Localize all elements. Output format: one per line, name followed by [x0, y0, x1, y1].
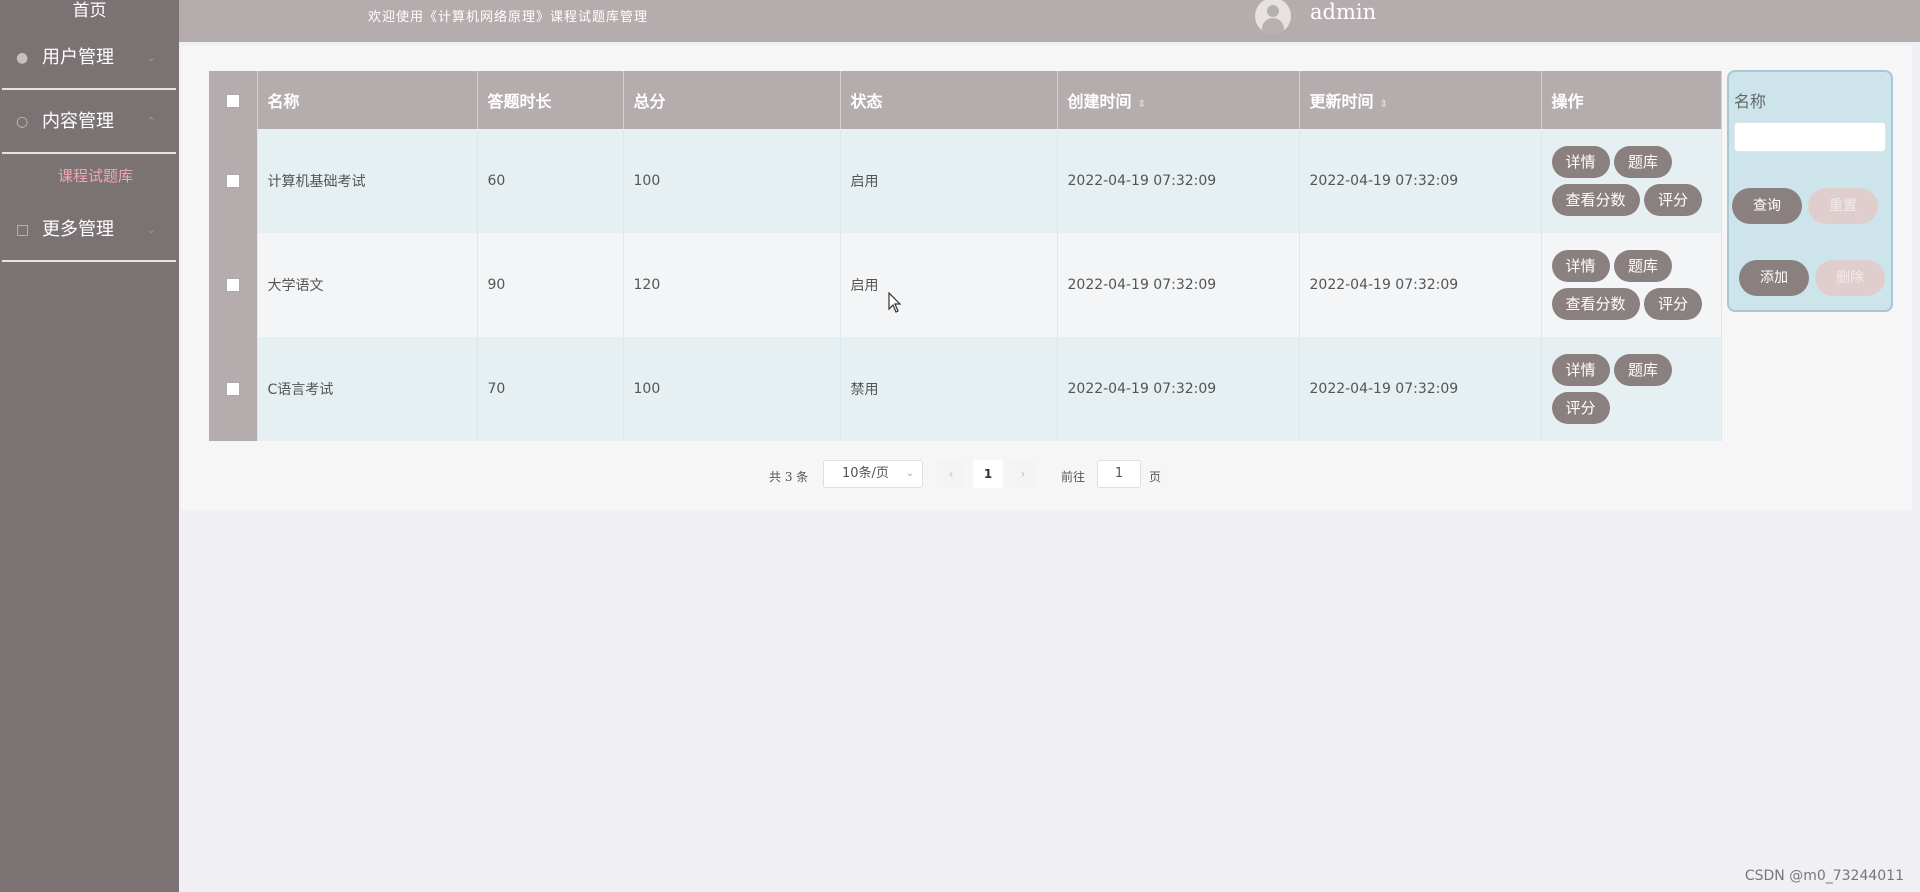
column-header-created[interactable]: 创建时间 ⇕ [1057, 71, 1300, 129]
cell-status: 启用 [840, 129, 1058, 233]
detail-button[interactable]: 详情 [1551, 354, 1610, 386]
chevron-up-icon: ⌃ [146, 115, 156, 128]
column-header-duration: 答题时长 [477, 71, 624, 129]
grade-button[interactable]: 评分 [1643, 288, 1702, 320]
page-unit-label: 页 [1149, 470, 1162, 484]
cell-duration: 90 [477, 233, 624, 337]
cell-score: 100 [623, 337, 841, 441]
username[interactable]: admin [1310, 0, 1376, 24]
sort-icon[interactable]: ⇕ [1138, 99, 1146, 110]
next-page-button[interactable]: › [1009, 460, 1037, 488]
cell-status: 禁用 [840, 337, 1058, 441]
sidebar: 首页 ● 用户管理 ⌄ ○ 内容管理 ⌃ 课程试题库 □ 更多管理 ⌄ [0, 0, 179, 892]
table-row: 计算机基础考试 60 100 启用 2022-04-19 07:32:09 20… [209, 129, 1722, 233]
column-header-status: 状态 [840, 71, 1058, 129]
sidebar-home[interactable]: 首页 [0, 0, 179, 26]
mouse-cursor-icon [888, 292, 902, 313]
cell-created: 2022-04-19 07:32:09 [1057, 337, 1300, 441]
row-checkbox[interactable] [225, 382, 240, 396]
grade-button[interactable]: 评分 [1643, 184, 1702, 216]
sidebar-item-more-management[interactable]: □ 更多管理 ⌄ [2, 198, 176, 262]
view-scores-button[interactable]: 查看分数 [1551, 288, 1640, 320]
avatar-body-shape [1262, 18, 1284, 34]
detail-button[interactable]: 详情 [1551, 250, 1610, 282]
pagination-total: 共 3 条 [769, 470, 809, 484]
cell-name: 计算机基础考试 [257, 129, 478, 233]
search-panel: 名称 查询 重置 添加 删除 [1727, 70, 1893, 312]
sidebar-item-user-management[interactable]: ● 用户管理 ⌄ [2, 26, 176, 90]
cell-updated: 2022-04-19 07:32:09 [1299, 337, 1542, 441]
user-icon: ● [16, 50, 29, 66]
column-header-score: 总分 [623, 71, 841, 129]
table-row: 大学语文 90 120 启用 2022-04-19 07:32:09 2022-… [209, 233, 1722, 337]
cell-name: C语言考试 [257, 337, 478, 441]
cell-actions: 详情 题库 查看分数 评分 [1541, 233, 1722, 337]
cell-score: 100 [623, 129, 841, 233]
sidebar-item-content-management[interactable]: ○ 内容管理 ⌃ [2, 90, 176, 154]
row-checkbox[interactable] [225, 174, 240, 188]
question-bank-button[interactable]: 题库 [1613, 146, 1672, 178]
cell-actions: 详情 题库 评分 [1541, 337, 1722, 441]
cell-duration: 60 [477, 129, 624, 233]
cell-created: 2022-04-19 07:32:09 [1057, 233, 1300, 337]
content-icon: ○ [16, 114, 29, 130]
chevron-down-icon: ⌄ [146, 223, 156, 236]
select-all-cell [209, 71, 258, 129]
name-search-input[interactable] [1734, 122, 1886, 152]
main-content: 名称 答题时长 总分 状态 创建时间 ⇕ 更新时间 ⇕ 操作 计算机基础考试 60 … [181, 46, 1912, 510]
reset-button[interactable]: 重置 [1808, 188, 1878, 224]
prev-page-button[interactable]: ‹ [937, 460, 965, 488]
watermark: CSDN @m0_73244011 [1744, 868, 1904, 884]
chevron-down-icon: ⌄ [905, 468, 914, 479]
detail-button[interactable]: 详情 [1551, 146, 1610, 178]
column-header-label: 更新时间 [1309, 92, 1374, 111]
question-bank-button[interactable]: 题库 [1613, 250, 1672, 282]
top-header: 欢迎使用《计算机网络原理》课程试题库管理 admin [179, 0, 1920, 42]
chevron-left-icon: ‹ [948, 467, 954, 481]
chevron-down-icon: ⌄ [146, 51, 156, 64]
search-label: 名称 [1734, 92, 1767, 111]
cell-status: 启用 [840, 233, 1058, 337]
avatar[interactable] [1255, 0, 1291, 34]
data-table: 名称 答题时长 总分 状态 创建时间 ⇕ 更新时间 ⇕ 操作 计算机基础考试 60 … [209, 71, 1722, 441]
sidebar-item-label: 用户管理 [42, 47, 114, 68]
more-icon: □ [16, 222, 30, 238]
cell-updated: 2022-04-19 07:32:09 [1299, 129, 1542, 233]
sidebar-item-label: 内容管理 [42, 111, 114, 132]
page-size-select[interactable]: 10条/页 ⌄ [823, 460, 923, 488]
column-header-updated[interactable]: 更新时间 ⇕ [1299, 71, 1542, 129]
question-bank-button[interactable]: 题库 [1613, 354, 1672, 386]
view-scores-button[interactable]: 查看分数 [1551, 184, 1640, 216]
grade-button[interactable]: 评分 [1551, 392, 1610, 424]
column-header-name: 名称 [257, 71, 478, 129]
column-header-actions: 操作 [1541, 71, 1722, 129]
cell-updated: 2022-04-19 07:32:09 [1299, 233, 1542, 337]
cell-created: 2022-04-19 07:32:09 [1057, 129, 1300, 233]
add-button[interactable]: 添加 [1739, 260, 1809, 296]
chevron-right-icon: › [1020, 467, 1026, 481]
query-button[interactable]: 查询 [1732, 188, 1802, 224]
delete-button[interactable]: 删除 [1815, 260, 1885, 296]
column-header-label: 创建时间 [1067, 92, 1132, 111]
table-row: C语言考试 70 100 禁用 2022-04-19 07:32:09 2022… [209, 337, 1722, 441]
row-select-cell [209, 233, 258, 337]
sidebar-item-label: 更多管理 [42, 219, 114, 240]
cell-duration: 70 [477, 337, 624, 441]
avatar-head-shape [1267, 5, 1279, 17]
cell-name: 大学语文 [257, 233, 478, 337]
row-select-cell [209, 129, 258, 233]
table-header-row: 名称 答题时长 总分 状态 创建时间 ⇕ 更新时间 ⇕ 操作 [209, 71, 1722, 129]
goto-label: 前往 [1061, 470, 1086, 484]
select-all-checkbox[interactable] [225, 94, 240, 108]
welcome-text: 欢迎使用《计算机网络原理》课程试题库管理 [368, 10, 649, 25]
goto-page-input[interactable]: 1 [1097, 460, 1141, 488]
page-number-button[interactable]: 1 [973, 460, 1003, 488]
page-size-value: 10条/页 [842, 466, 889, 481]
sidebar-subitem-course-question-bank[interactable]: 课程试题库 [0, 154, 179, 198]
cell-score: 120 [623, 233, 841, 337]
row-checkbox[interactable] [225, 278, 240, 292]
cell-actions: 详情 题库 查看分数 评分 [1541, 129, 1722, 233]
sort-icon[interactable]: ⇕ [1380, 99, 1388, 110]
row-select-cell [209, 337, 258, 441]
